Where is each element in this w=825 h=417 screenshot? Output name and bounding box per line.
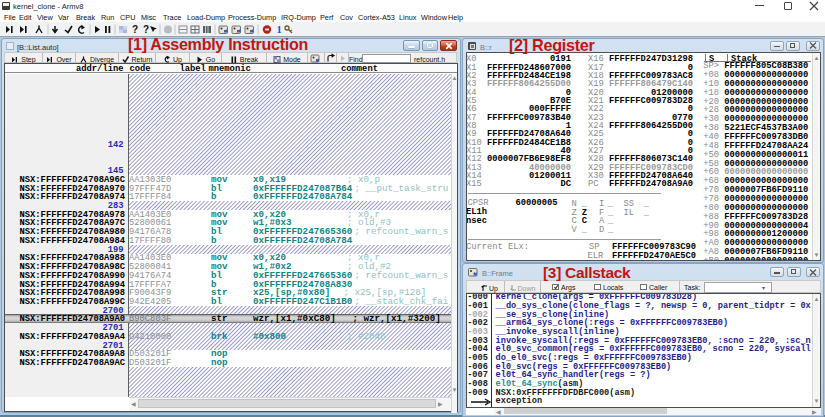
svg-text:?: ?	[132, 24, 138, 35]
svg-text:?: ?	[143, 24, 149, 35]
svg-text:1: 1	[277, 24, 282, 35]
